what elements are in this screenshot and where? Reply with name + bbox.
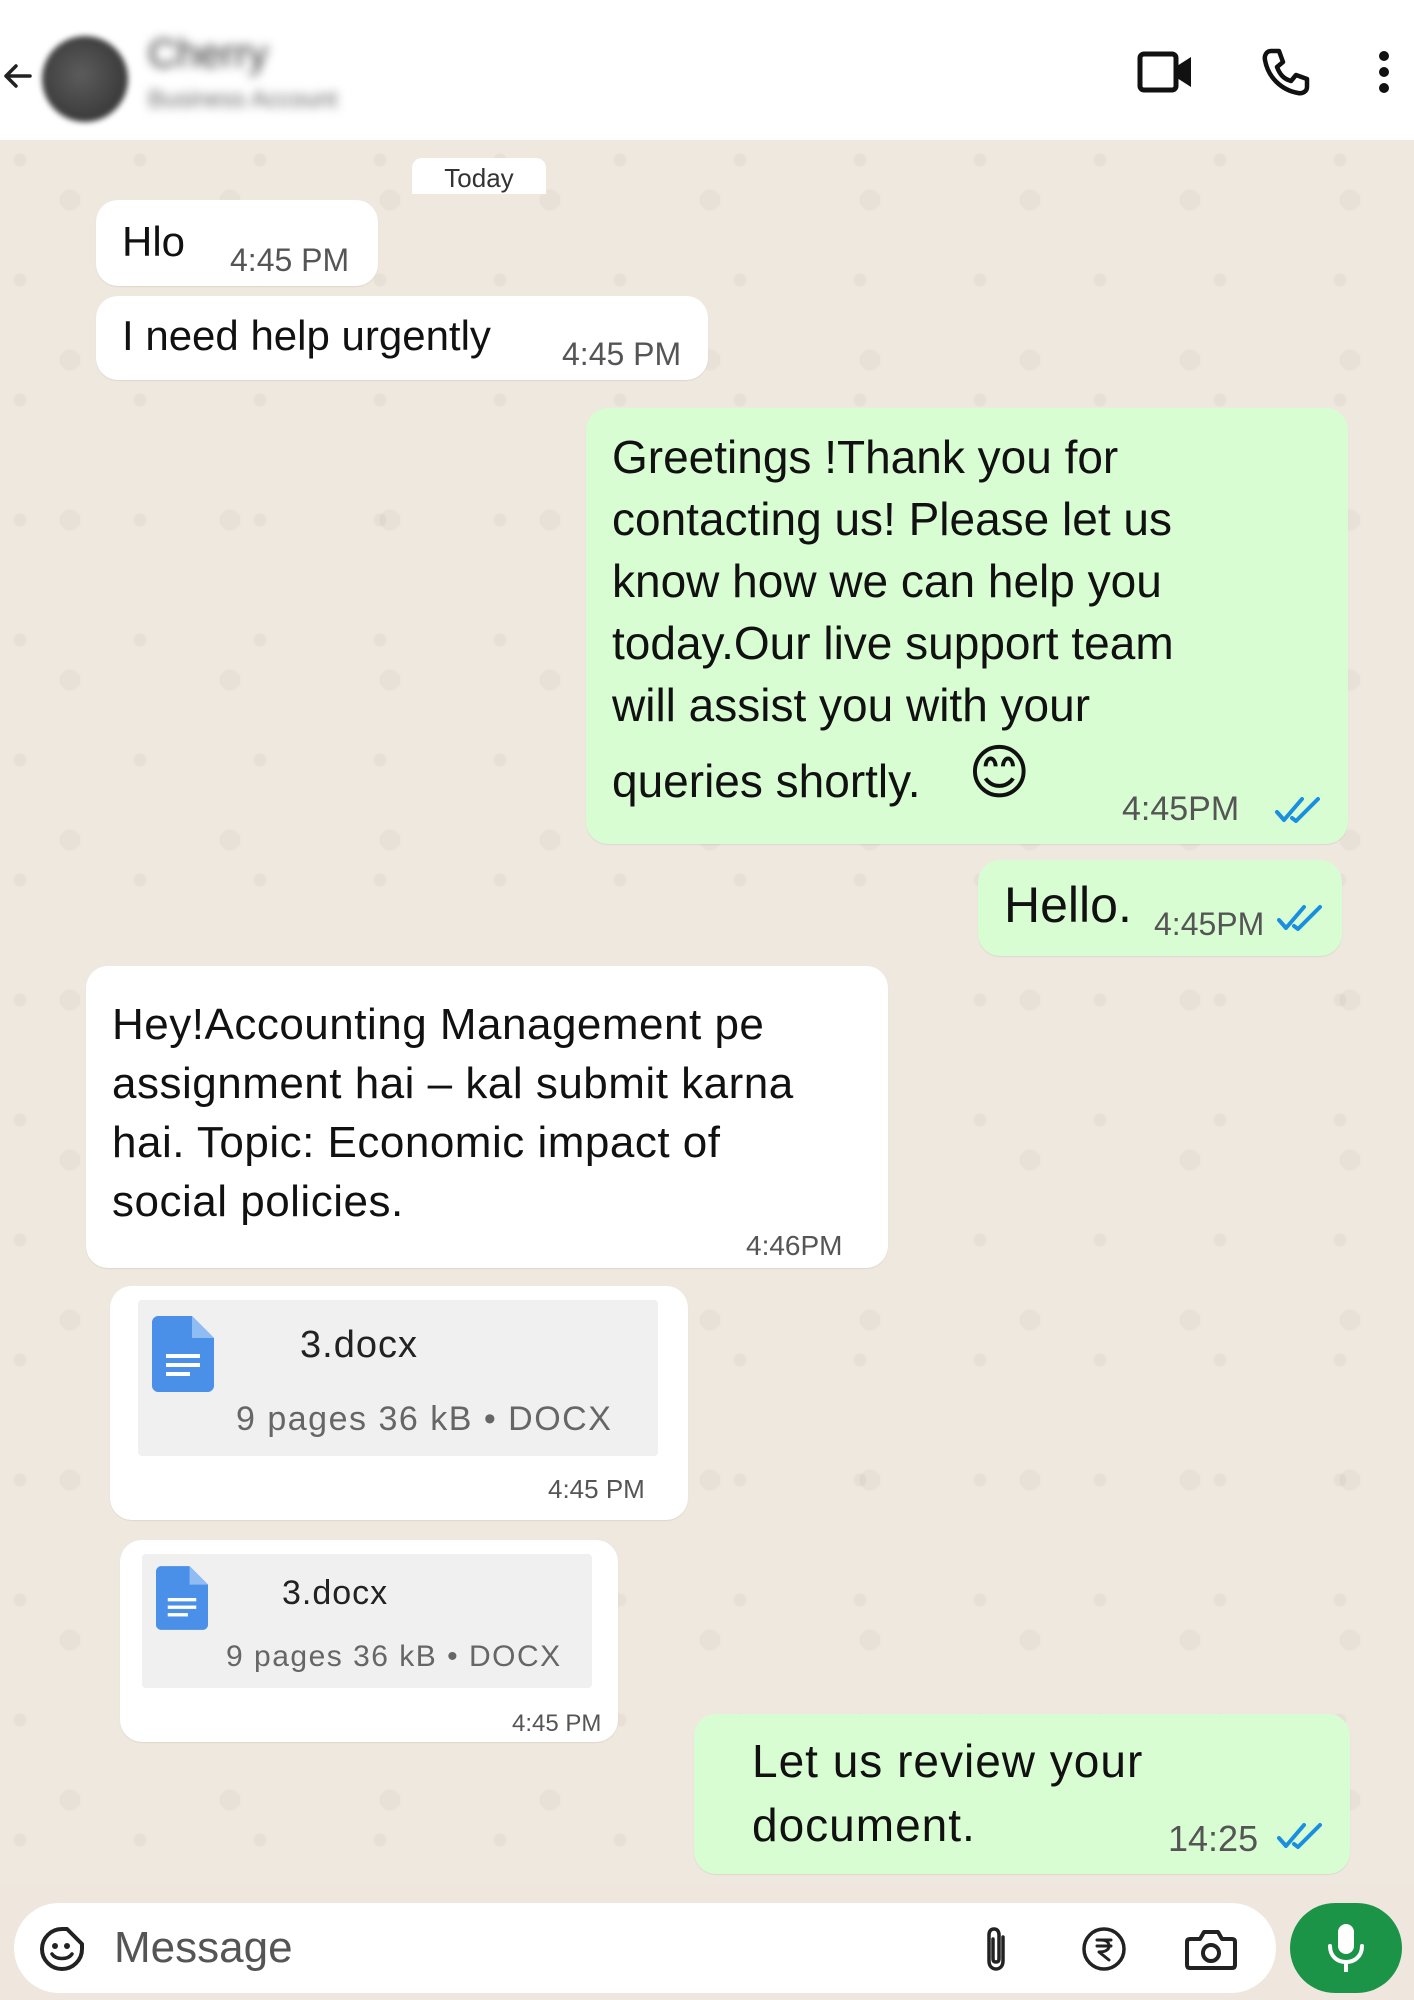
incoming-message[interactable]: I need help urgently 4:45 PM xyxy=(96,296,708,380)
message-composer xyxy=(14,1903,1276,1993)
message-text: Hlo xyxy=(122,218,186,265)
back-arrow-icon[interactable] xyxy=(0,56,40,96)
microphone-icon xyxy=(1328,1924,1364,1972)
message-line: know how we can help you xyxy=(612,555,1162,607)
video-call-icon[interactable] xyxy=(1136,44,1196,100)
chat-screen: Cherry Business Account Today Hlo 4:45 P… xyxy=(0,0,1414,2000)
incoming-document-message[interactable]: 3.docx 9 pages 36 kB • DOCX 4:45 PM xyxy=(120,1540,618,1742)
message-line: assignment hai – kal submit karna xyxy=(112,1059,794,1108)
message-text: I need help urgently xyxy=(122,312,491,359)
message-line: social policies. xyxy=(112,1177,404,1226)
read-receipt-icon xyxy=(1277,905,1322,931)
message-time: 4:45PM xyxy=(1122,790,1240,828)
message-time: 4:46PM xyxy=(746,1230,843,1261)
document-name: 3.docx xyxy=(282,1574,389,1612)
emoji-sticker-icon[interactable] xyxy=(38,1925,86,1973)
message-line: document. xyxy=(752,1799,976,1851)
attach-icon[interactable] xyxy=(972,1925,1020,1973)
message-line: will assist you with your xyxy=(612,679,1091,731)
message-line: hai. Topic: Economic impact of xyxy=(112,1118,721,1167)
contact-name[interactable]: Cherry xyxy=(148,32,268,77)
document-meta: 9 pages 36 kB • DOCX xyxy=(226,1640,562,1673)
message-line: Greetings !Thank you for xyxy=(612,431,1119,483)
document-card[interactable]: 3.docx 9 pages 36 kB • DOCX xyxy=(142,1554,592,1688)
voice-call-icon[interactable] xyxy=(1256,44,1316,100)
message-time: 4:45 PM xyxy=(512,1710,602,1737)
outgoing-message[interactable]: Hello. 4:45PM xyxy=(978,860,1342,956)
read-receipt-icon xyxy=(1277,1823,1322,1849)
message-time: 14:25 xyxy=(1168,1818,1259,1859)
incoming-document-message[interactable]: 3.docx 9 pages 36 kB • DOCX 4:45 PM xyxy=(110,1286,688,1520)
incoming-message[interactable]: Hey!Accounting Management pe assignment … xyxy=(86,966,888,1268)
smiling-face-emoji: 😊 xyxy=(968,739,1031,806)
document-name: 3.docx xyxy=(300,1324,418,1366)
date-chip: Today xyxy=(412,158,546,194)
contact-subtitle: Business Account xyxy=(148,86,338,113)
avatar[interactable] xyxy=(42,36,128,122)
message-line: queries shortly. xyxy=(612,755,921,807)
document-icon xyxy=(152,1316,214,1392)
message-text: Hello. xyxy=(1004,877,1132,933)
message-time: 4:45 PM xyxy=(230,242,350,278)
message-line: Let us review your xyxy=(752,1735,1144,1787)
document-icon xyxy=(156,1566,208,1630)
camera-icon[interactable] xyxy=(1184,1925,1238,1973)
microphone-button[interactable] xyxy=(1290,1903,1402,1993)
rupee-payment-icon[interactable] xyxy=(1080,1925,1128,1973)
incoming-message[interactable]: Hlo 4:45 PM xyxy=(96,200,378,286)
chat-header: Cherry Business Account xyxy=(0,0,1414,140)
message-input[interactable] xyxy=(114,1919,914,1977)
message-line: Hey!Accounting Management pe xyxy=(112,1000,765,1049)
document-meta: 9 pages 36 kB • DOCX xyxy=(236,1400,613,1438)
outgoing-message[interactable]: Greetings !Thank you for contacting us! … xyxy=(586,408,1348,844)
more-options-icon[interactable] xyxy=(1364,44,1404,100)
message-time: 4:45 PM xyxy=(562,336,682,372)
outgoing-message[interactable]: Let us review your document. 14:25 xyxy=(694,1714,1350,1874)
message-line: today.Our live support team xyxy=(612,617,1174,669)
message-time: 4:45 PM xyxy=(548,1474,645,1504)
document-card[interactable]: 3.docx 9 pages 36 kB • DOCX xyxy=(138,1300,658,1456)
message-line: contacting us! Please let us xyxy=(612,493,1172,545)
message-time: 4:45PM xyxy=(1154,906,1265,942)
read-receipt-icon xyxy=(1275,797,1320,823)
